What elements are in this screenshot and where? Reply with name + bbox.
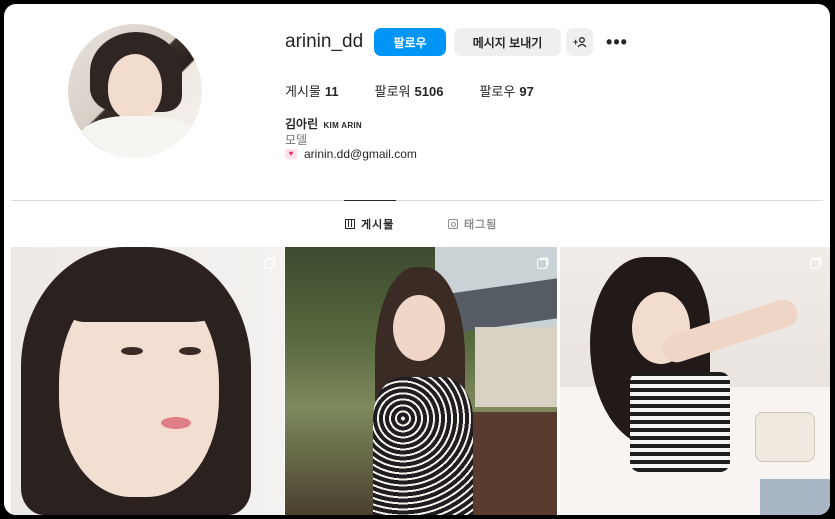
post-image-telephone <box>755 412 815 462</box>
followers-stat-label: 팔로워 <box>374 84 411 99</box>
profile-email[interactable]: ♥ arinin.dd@gmail.com <box>285 147 417 161</box>
tab-tagged-label: 태그됨 <box>464 219 498 231</box>
multi-photo-icon <box>537 259 547 269</box>
heart-letter-icon: ♥ <box>285 149 297 159</box>
post-image-house <box>475 327 557 407</box>
more-options-button[interactable]: ••• <box>602 28 632 56</box>
following-stat-label: 팔로우 <box>479 84 516 99</box>
multi-photo-icon <box>810 259 820 269</box>
grid-icon <box>345 219 355 229</box>
tabs-divider <box>11 200 823 201</box>
following-stat[interactable]: 팔로우 97 <box>479 81 533 100</box>
post-image-face <box>393 295 445 361</box>
profile-avatar[interactable] <box>68 24 202 158</box>
full-name-korean: 김아린 <box>285 117 319 131</box>
full-name-english: KIM ARIN <box>323 121 363 130</box>
posts-stat-label: 게시물 <box>285 84 321 99</box>
profile-full-name: 김아린 KIM ARIN <box>285 115 362 132</box>
active-tab-indicator <box>344 200 396 201</box>
profile-stats: 게시물 11 팔로워 5106 팔로우 97 <box>285 81 570 100</box>
post-image-eye <box>121 347 143 355</box>
followers-stat[interactable]: 팔로워 5106 <box>375 81 444 100</box>
multi-photo-icon <box>264 259 274 269</box>
tab-posts-label: 게시물 <box>361 219 395 231</box>
posts-count: 11 <box>324 84 339 99</box>
profile-page: arinin_dd 팔로우 메시지 보내기 + ••• 게시물 11 팔로워 510… <box>4 4 830 515</box>
tab-posts[interactable]: 게시물 <box>345 216 394 232</box>
profile-username: arinin_dd <box>285 31 364 52</box>
posts-stat: 게시물 11 <box>285 81 339 100</box>
add-person-icon: + <box>573 37 587 48</box>
email-text: arinin.dd@gmail.com <box>304 147 417 161</box>
message-button[interactable]: 메시지 보내기 <box>454 28 561 56</box>
followers-count: 5106 <box>414 84 444 99</box>
svg-text:+: + <box>573 37 578 47</box>
tab-tagged[interactable]: 태그됨 <box>448 216 497 232</box>
post-thumbnail-1[interactable] <box>11 247 284 515</box>
post-image-striped-top <box>630 372 730 472</box>
tag-icon <box>448 219 458 229</box>
post-image-jeans <box>760 479 830 515</box>
avatar-face <box>108 54 162 120</box>
post-image-eye <box>179 347 201 355</box>
following-count: 97 <box>519 84 534 99</box>
avatar-shirt <box>78 116 198 158</box>
post-image-lips <box>161 417 191 429</box>
suggested-users-button[interactable]: + <box>566 28 593 56</box>
post-thumbnail-3[interactable] <box>560 247 830 515</box>
profile-category: 모델 <box>285 133 308 147</box>
follow-button[interactable]: 팔로우 <box>374 28 446 56</box>
post-thumbnail-2[interactable] <box>285 247 557 515</box>
post-image-dress <box>373 377 473 515</box>
